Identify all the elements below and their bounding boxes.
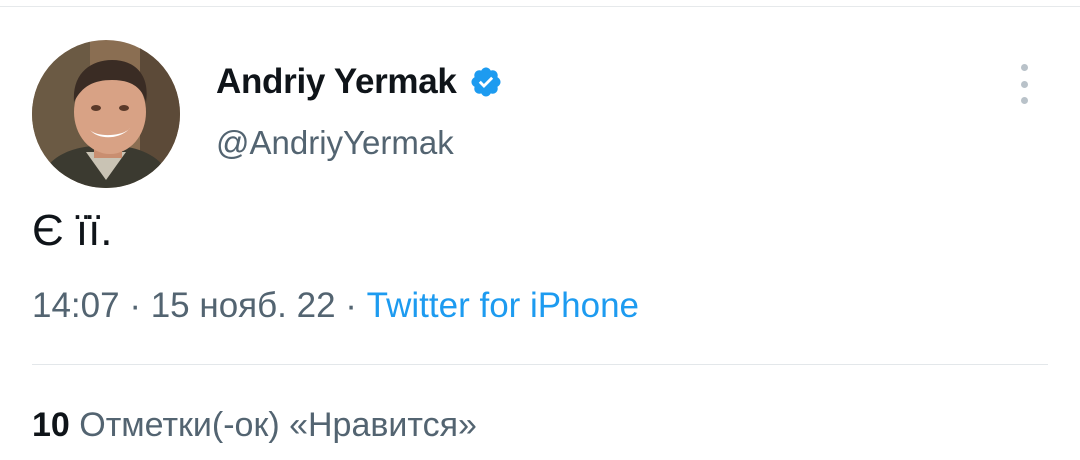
more-options-icon[interactable] — [1010, 64, 1038, 104]
tweet-time[interactable]: 14:07 — [32, 286, 120, 325]
tweet-date[interactable]: 15 нояб. 22 — [151, 286, 336, 325]
verified-badge-icon — [469, 65, 503, 99]
meta-separator: · — [345, 286, 357, 325]
tweet-meta: 14:07 · 15 нояб. 22 · Twitter for iPhone — [32, 286, 639, 326]
avatar[interactable] — [32, 40, 180, 188]
author-display-name[interactable]: Andriy Yermak — [216, 62, 457, 102]
likes-label: Отметки(-ок) «Нравится» — [79, 406, 477, 444]
divider — [32, 364, 1048, 365]
more-dot — [1020, 97, 1028, 104]
likes-row[interactable]: 10 Отметки(-ок) «Нравится» — [32, 406, 477, 445]
top-divider — [0, 6, 1080, 7]
author-name-row[interactable]: Andriy Yermak — [216, 62, 503, 102]
meta-separator: · — [129, 286, 141, 325]
more-dot — [1020, 64, 1028, 71]
tweet-text: Є її. — [32, 206, 113, 255]
tweet-source-link[interactable]: Twitter for iPhone — [367, 286, 639, 325]
more-dot — [1020, 80, 1028, 88]
avatar-photo — [32, 40, 180, 188]
author-handle[interactable]: @AndriyYermak — [216, 124, 454, 162]
likes-count: 10 — [32, 406, 70, 444]
